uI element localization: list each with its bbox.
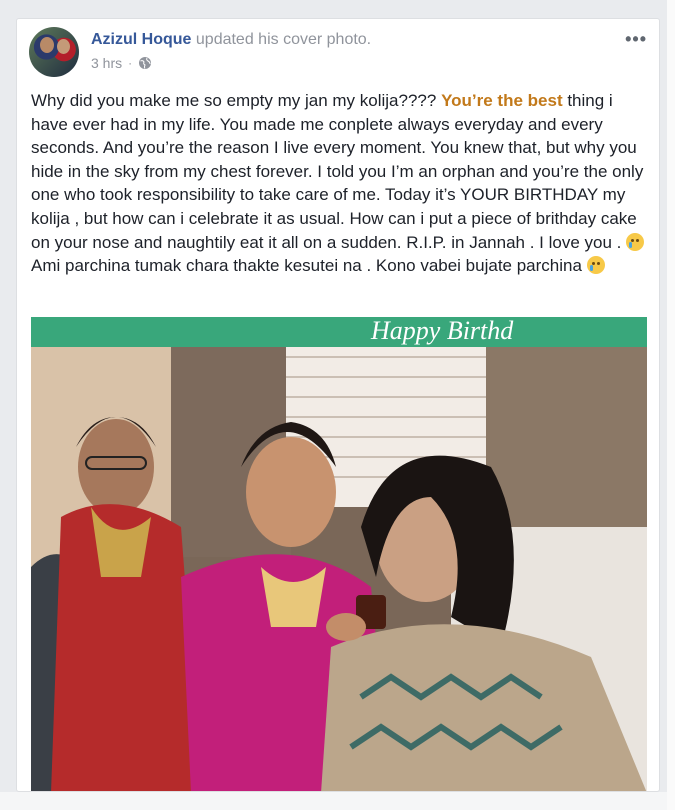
cover-photo-image: Happy Birthd: [31, 317, 647, 791]
post-text-part: thing i have ever had in my life. You ma…: [31, 91, 644, 252]
post-body-text: Why did you make me so empty my jan my k…: [31, 89, 647, 278]
author-avatar[interactable]: [29, 27, 79, 77]
post-timestamp[interactable]: 3 hrs: [91, 55, 122, 71]
scrollbar-track[interactable]: [667, 0, 675, 810]
page-footer-strip: [0, 792, 675, 810]
meta-separator: ·: [128, 56, 133, 70]
cover-photo[interactable]: Happy Birthd: [31, 317, 647, 791]
post-meta: 3 hrs ·: [91, 55, 152, 71]
ellipsis-icon[interactable]: •••: [625, 29, 647, 50]
banner-text: Happy Birthd: [370, 317, 514, 345]
post-text-part: Why did you make me so empty my jan my k…: [31, 91, 442, 110]
avatar-face: [40, 37, 54, 53]
author-name-link[interactable]: Azizul Hoque: [91, 31, 191, 48]
post-title-line: Azizul Hoque updated his cover photo.: [91, 31, 371, 49]
avatar-face: [57, 39, 70, 54]
crying-face-icon: [626, 232, 645, 251]
post-highlight-text: You’re the best: [441, 91, 563, 110]
post-text-part: Ami parchina tumak chara thakte kesutei …: [31, 256, 587, 276]
post-action-text: updated his cover photo.: [195, 31, 372, 48]
sad-face-icon: [586, 256, 605, 275]
post-header: Azizul Hoque updated his cover photo. 3 …: [29, 27, 647, 83]
post-card: Azizul Hoque updated his cover photo. 3 …: [16, 18, 660, 792]
globe-icon[interactable]: [138, 56, 152, 70]
